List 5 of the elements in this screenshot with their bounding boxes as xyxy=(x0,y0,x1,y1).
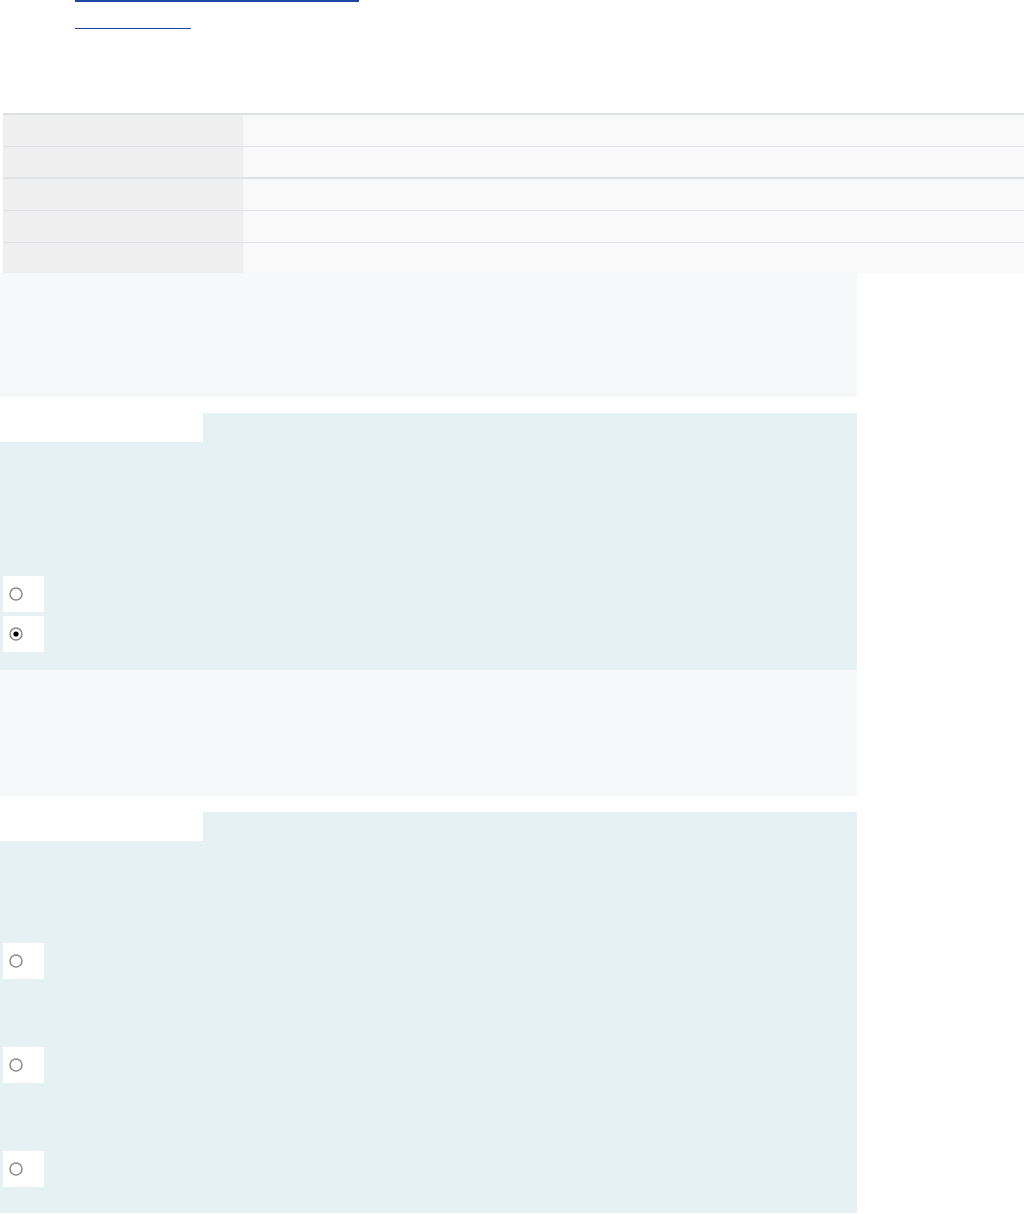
radio-button[interactable] xyxy=(9,587,23,601)
radio-button[interactable] xyxy=(9,627,23,641)
radio-button[interactable] xyxy=(9,954,23,968)
radio-button[interactable] xyxy=(9,1058,23,1072)
radio-button[interactable] xyxy=(9,1162,23,1176)
